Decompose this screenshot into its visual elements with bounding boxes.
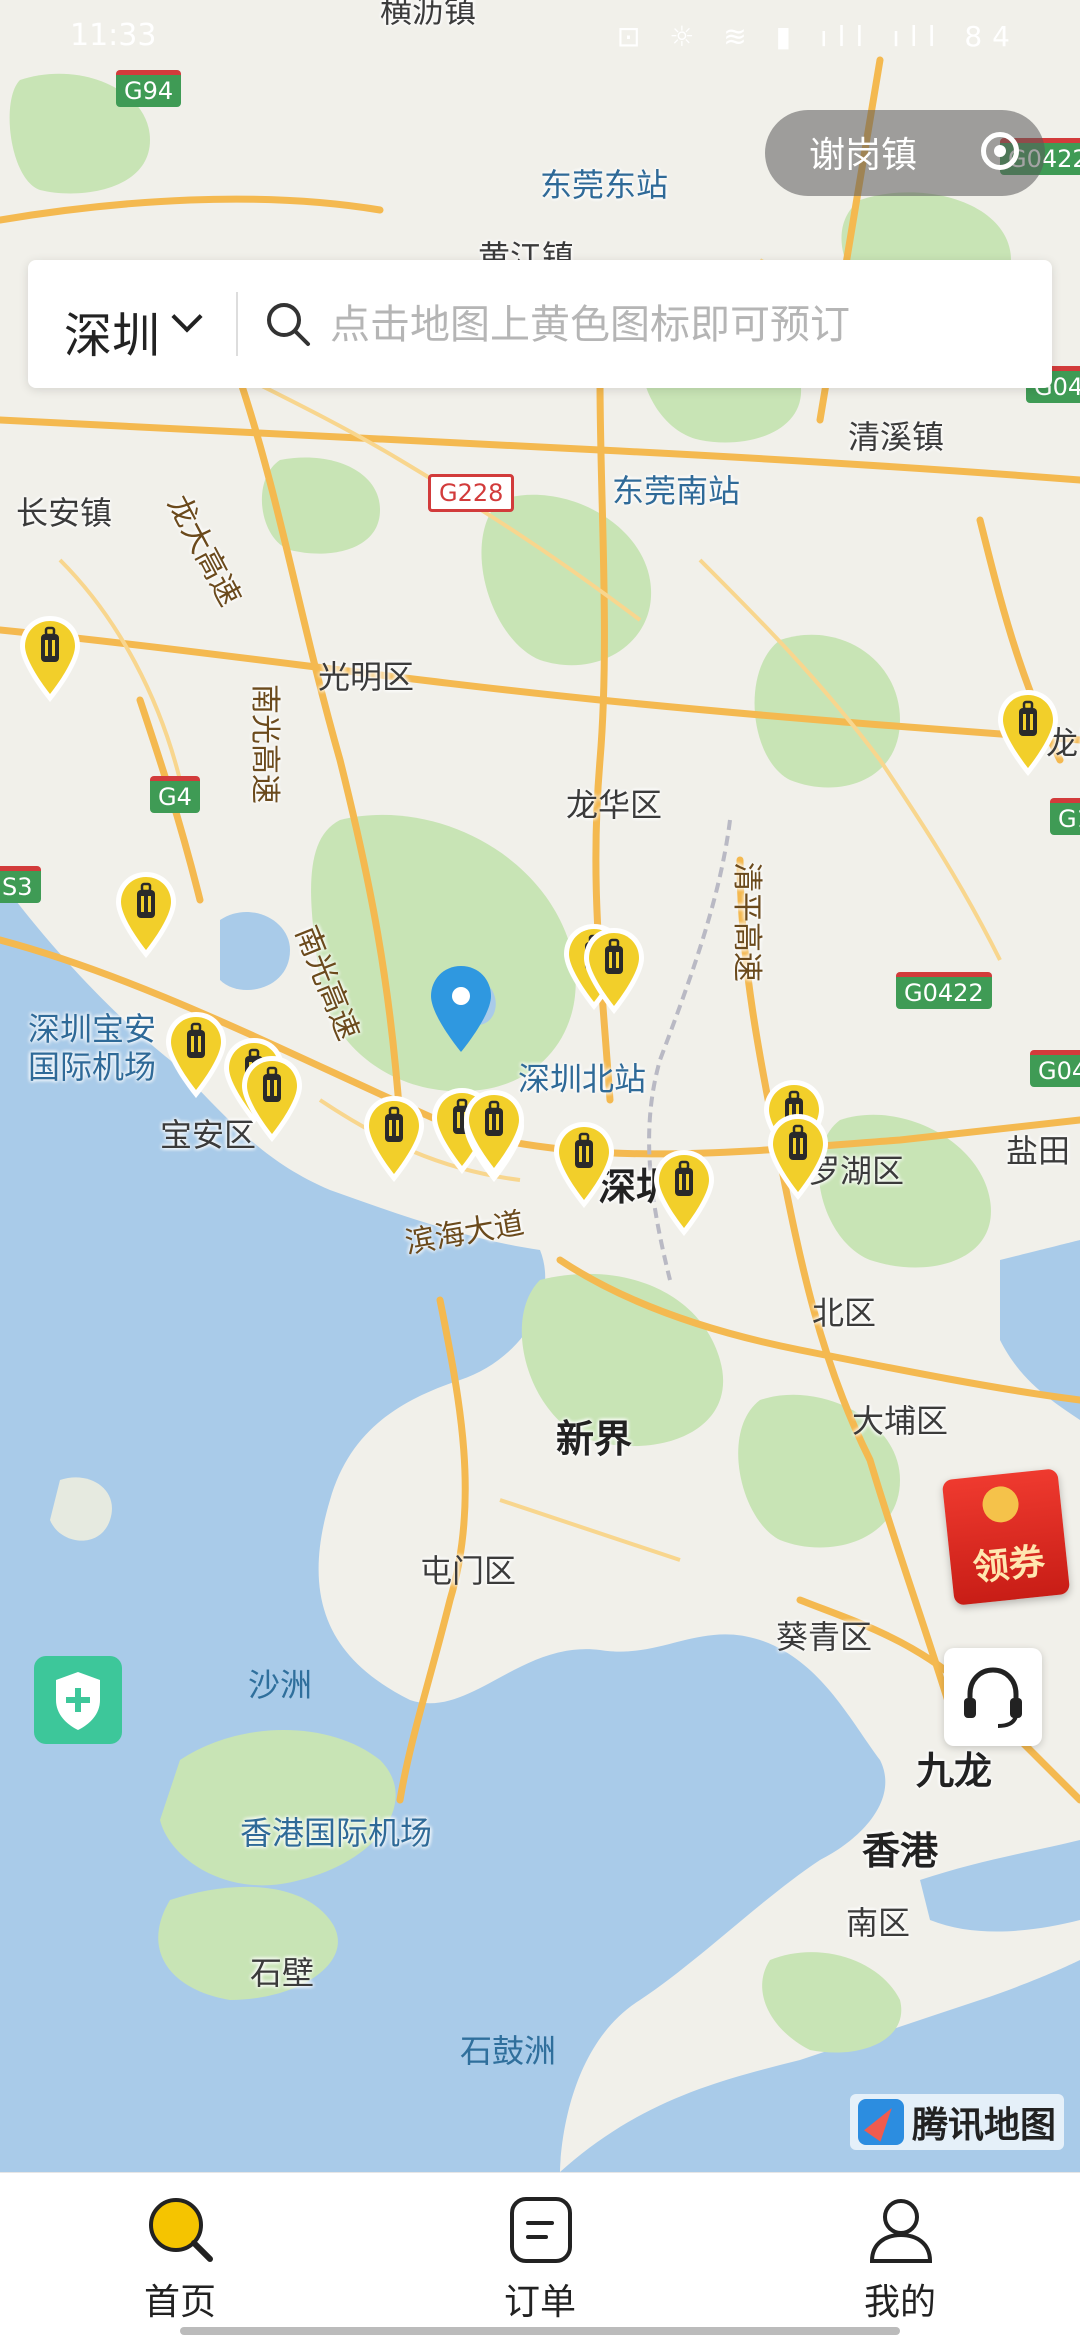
home-search-icon — [149, 2198, 213, 2262]
booking-pin[interactable] — [652, 1148, 716, 1238]
map-label: 南区 — [846, 1904, 911, 1942]
map-label: 北区 — [812, 1294, 877, 1332]
booking-pin[interactable] — [766, 1112, 830, 1202]
booking-pin[interactable] — [362, 1094, 426, 1184]
map-label: 葵青区 — [776, 1618, 873, 1656]
road-shield: S3 — [0, 866, 41, 903]
map-label: 清平高速 — [729, 862, 764, 982]
search-input[interactable] — [328, 284, 1032, 366]
home-indicator — [180, 2327, 900, 2335]
road-shield: G4 — [150, 776, 200, 813]
map-label: 沙洲 — [248, 1666, 313, 1704]
compass-logo-icon — [858, 2099, 904, 2145]
luggage-pin-icon — [768, 1114, 828, 1200]
chevron-down-icon — [171, 301, 203, 333]
map-label: 东莞东站 — [540, 166, 669, 204]
map-label: 龙华区 — [566, 786, 663, 824]
map-label: 清溪镇 — [848, 418, 945, 456]
coupon-seal-icon — [980, 1484, 1021, 1525]
booking-pin[interactable] — [582, 926, 646, 1016]
booking-pin[interactable] — [996, 688, 1060, 778]
city-label: 深圳 — [64, 308, 161, 364]
map-logo-text: 腾讯地图 — [912, 2105, 1057, 2146]
luggage-pin-icon — [654, 1150, 714, 1236]
luggage-pin-icon — [242, 1056, 302, 1142]
coupon-button[interactable]: 领券 — [941, 1468, 1071, 1606]
road-shield: G228 — [428, 474, 515, 512]
luggage-pin-icon — [166, 1012, 226, 1098]
luggage-pin-icon — [364, 1096, 424, 1182]
status-time: 11:33 — [70, 18, 157, 53]
locate-target-icon — [981, 132, 1019, 170]
nav-home[interactable]: 首页 — [80, 2173, 280, 2341]
map-label: 长安镇 — [16, 494, 113, 532]
map-label: 大埔区 — [852, 1402, 949, 1440]
map-label: 东莞南站 — [612, 472, 741, 510]
current-location-chip[interactable]: 谢岗镇 — [765, 110, 1045, 196]
map-label: 香港 — [862, 1829, 939, 1873]
divider — [236, 292, 238, 356]
booking-pin[interactable] — [240, 1054, 304, 1144]
booking-pin[interactable] — [552, 1120, 616, 1210]
status-bar: 11:33 ⊡ ☼ ≋ ▮ ıll ıll 84 — [0, 0, 1080, 80]
headset-icon — [964, 1667, 1022, 1728]
shield-plus-icon — [56, 1672, 100, 1730]
search-icon — [267, 303, 310, 346]
road-shield: G1 — [1050, 798, 1080, 835]
booking-pin[interactable] — [18, 614, 82, 704]
luggage-pin-icon — [998, 690, 1058, 776]
order-list-icon — [510, 2197, 572, 2263]
nav-label: 首页 — [143, 2282, 216, 2323]
coupon-label: 领券 — [971, 1541, 1047, 1590]
map-label: 九龙 — [916, 1749, 993, 1793]
map-label: 光明区 — [318, 658, 415, 696]
map-label: 屯门区 — [420, 1552, 517, 1590]
map-label: 石鼓洲 — [460, 2032, 557, 2070]
nav-orders[interactable]: 订单 — [440, 2173, 640, 2341]
safety-shield-button[interactable] — [34, 1656, 122, 1744]
customer-service-button[interactable] — [944, 1648, 1042, 1746]
map-label: 盐田 — [1006, 1132, 1071, 1170]
nav-label: 订单 — [503, 2282, 576, 2323]
bottom-nav: 首页 订单 我的 — [0, 2172, 1080, 2341]
booking-pin[interactable] — [164, 1010, 228, 1100]
city-selector[interactable]: 深圳 — [28, 260, 238, 388]
map-label: 深圳北站 — [518, 1060, 647, 1098]
map-label: 石壁 — [250, 1954, 315, 1992]
map-label: 国际机场 — [28, 1048, 157, 1086]
map-label: 南光高速 — [247, 684, 282, 804]
luggage-pin-icon — [584, 928, 644, 1014]
user-icon — [869, 2199, 933, 2263]
luggage-pin-icon — [464, 1090, 524, 1176]
luggage-pin-icon — [554, 1122, 614, 1208]
luggage-pin-icon — [116, 872, 176, 958]
tencent-map-logo: 腾讯地图 — [850, 2094, 1065, 2150]
nav-label: 我的 — [863, 2282, 936, 2323]
luggage-pin-icon — [20, 616, 80, 702]
map-label: 香港国际机场 — [240, 1814, 433, 1852]
booking-pin[interactable] — [114, 870, 178, 960]
road-shield: G04 — [1030, 1050, 1080, 1087]
booking-pin[interactable] — [462, 1088, 526, 1178]
search-bar: 深圳 — [28, 260, 1052, 388]
map-label: 新界 — [556, 1417, 633, 1461]
location-marker-icon — [431, 966, 491, 1052]
status-icons: ⊡ ☼ ≋ ▮ ıll ıll 84 — [616, 20, 1020, 53]
nav-profile[interactable]: 我的 — [800, 2173, 1000, 2341]
location-chip-label: 谢岗镇 — [809, 135, 918, 176]
road-shield: G0422 — [896, 972, 992, 1009]
